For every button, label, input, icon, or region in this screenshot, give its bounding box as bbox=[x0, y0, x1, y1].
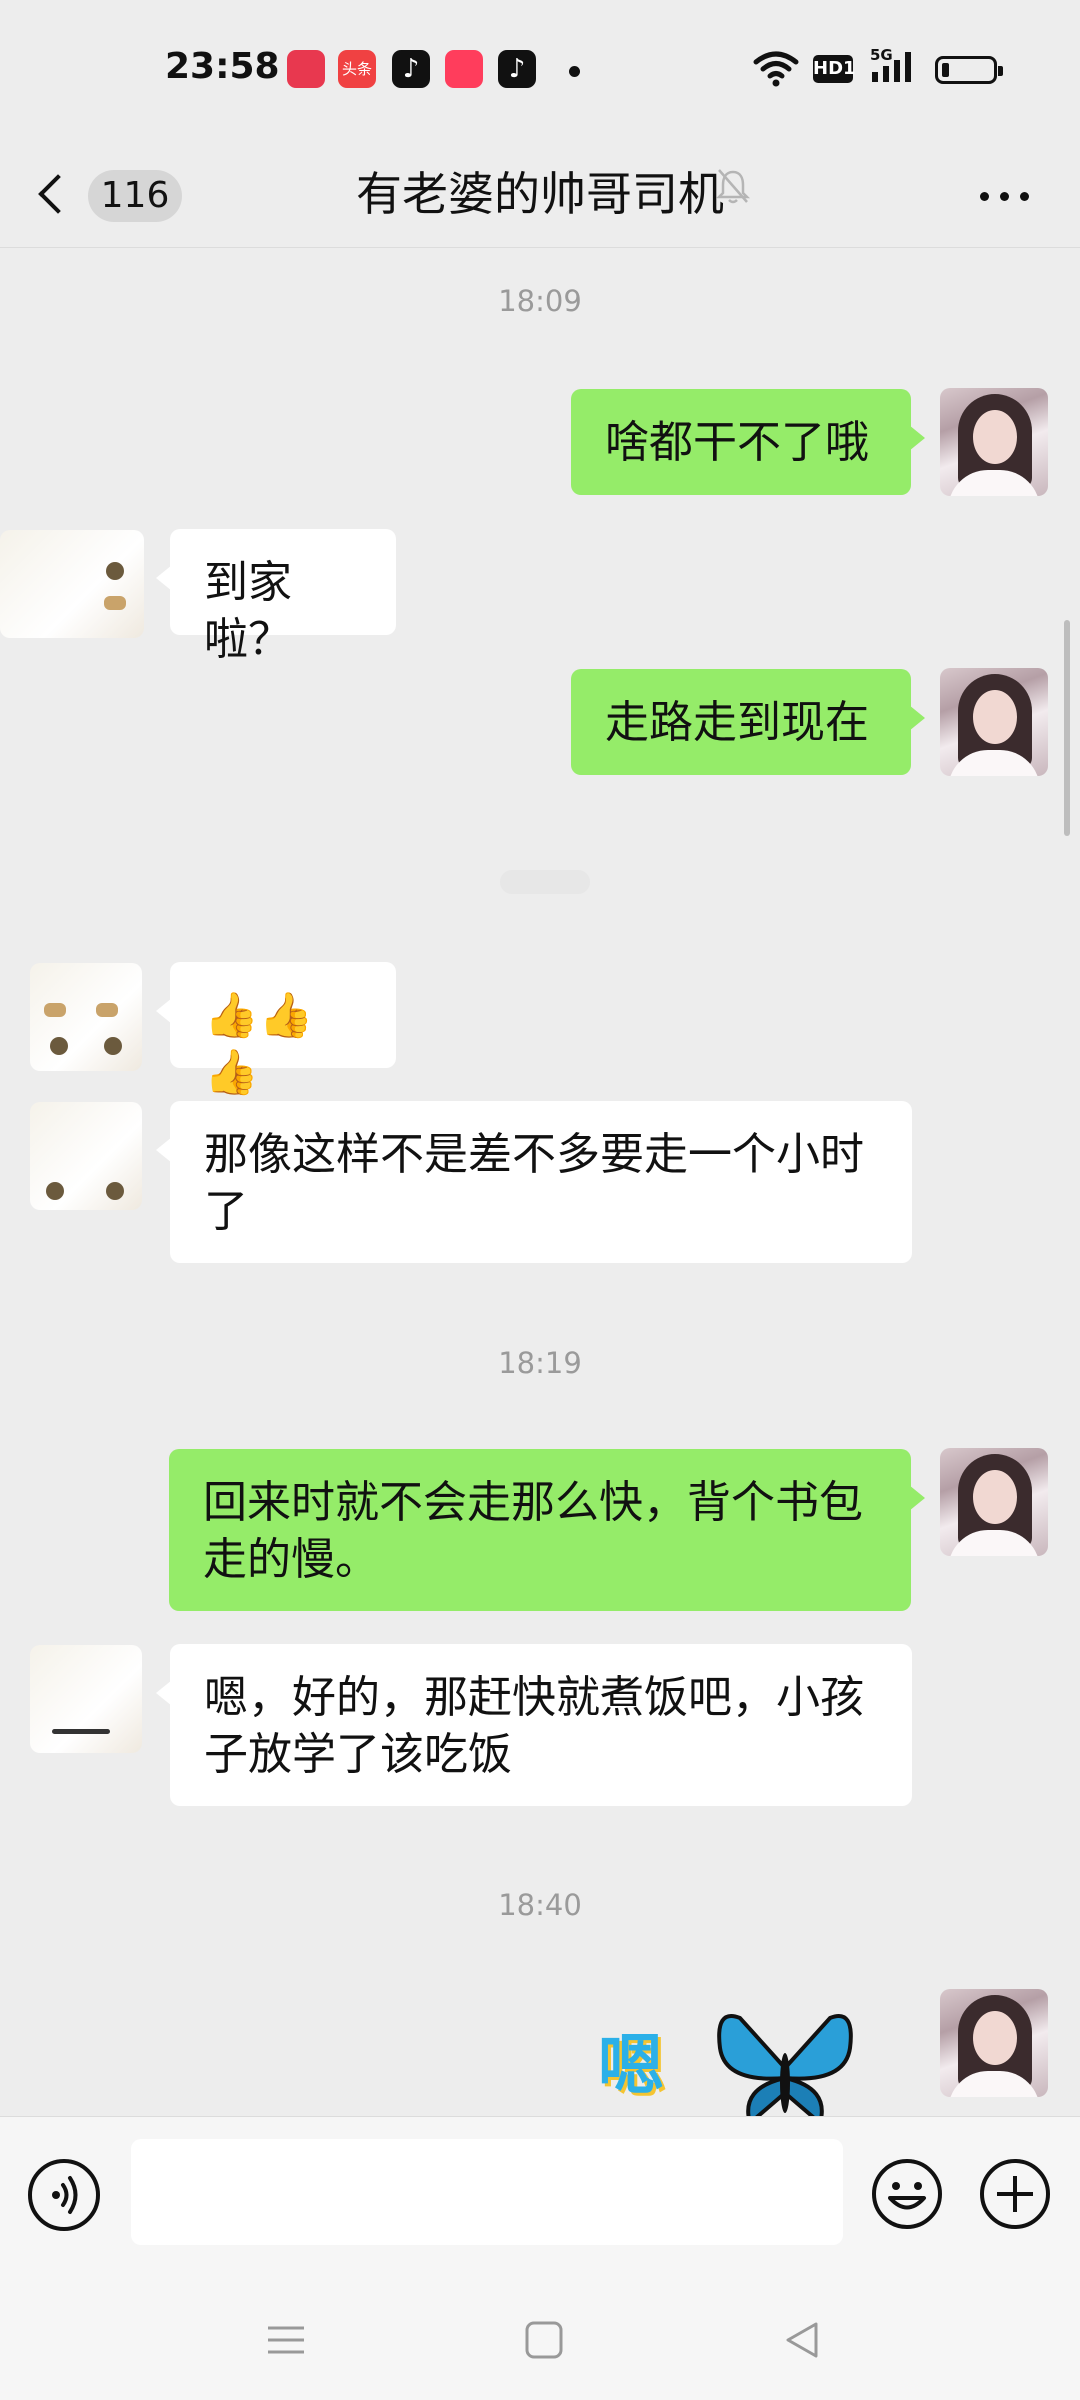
home-button[interactable] bbox=[514, 2310, 574, 2370]
outgoing-message-bubble[interactable]: 走路走到现在 bbox=[571, 669, 925, 775]
unread-count-badge: 116 bbox=[88, 170, 182, 222]
incoming-message-bubble[interactable]: 👍👍👍 bbox=[156, 962, 396, 1098]
toutiao-video-icon bbox=[445, 50, 483, 88]
sticker-text: 嗯 bbox=[598, 2027, 664, 2104]
incoming-message-bubble[interactable]: 嗯，好的，那赶快就煮饭吧，小孩子放学了该吃饭 bbox=[156, 1644, 912, 1806]
weibo-like-icon bbox=[287, 50, 325, 88]
input-bar bbox=[0, 2116, 1080, 2284]
muted-bell-icon bbox=[715, 169, 751, 204]
back-button[interactable]: 116 bbox=[30, 158, 190, 230]
network-label: 5G bbox=[870, 46, 893, 64]
tiktok-lite-icon: ♪ bbox=[392, 50, 430, 88]
self-avatar[interactable] bbox=[940, 388, 1048, 496]
more-options-button[interactable] bbox=[970, 164, 1040, 224]
outgoing-message-bubble[interactable]: 回来时就不会走那么快，背个书包走的慢。 bbox=[169, 1449, 925, 1611]
emoji-button[interactable] bbox=[870, 2157, 944, 2231]
scrollbar[interactable] bbox=[1064, 620, 1070, 836]
dot-icon bbox=[1020, 192, 1029, 201]
butterfly-icon bbox=[717, 2014, 853, 2116]
incoming-message-bubble[interactable]: 到家啦？ bbox=[156, 529, 396, 665]
voice-input-button[interactable] bbox=[28, 2159, 100, 2231]
status-time: 23:58 bbox=[165, 46, 280, 87]
system-navigation-bar bbox=[0, 2284, 1080, 2400]
battery-level-fill bbox=[942, 63, 949, 77]
message-input[interactable] bbox=[131, 2139, 843, 2245]
toutiao-icon: 头条 bbox=[338, 50, 376, 88]
outgoing-message-bubble[interactable]: 啥都干不了哦 bbox=[571, 389, 925, 495]
signal-5g-icon: 5G bbox=[870, 46, 911, 82]
dot-icon bbox=[980, 192, 989, 201]
contact-avatar[interactable] bbox=[30, 1645, 142, 1753]
hd-voice-icon: HD1 bbox=[813, 55, 856, 83]
more-notifications-dot-icon bbox=[569, 66, 580, 77]
wifi-icon bbox=[753, 51, 799, 87]
system-back-button[interactable] bbox=[772, 2310, 832, 2370]
battery-icon bbox=[935, 56, 1003, 84]
self-avatar[interactable] bbox=[940, 1448, 1048, 1556]
incoming-message-bubble[interactable]: 那像这样不是差不多要走一个小时了 bbox=[156, 1101, 912, 1263]
dot-icon bbox=[1000, 192, 1009, 201]
message-time: 18:40 bbox=[498, 1888, 582, 1922]
back-chevron-icon bbox=[38, 174, 78, 214]
contact-avatar[interactable] bbox=[30, 963, 142, 1071]
chat-header: 有老婆的帅哥司机 116 bbox=[0, 140, 1080, 248]
sticker-message[interactable]: 嗯 bbox=[590, 1998, 880, 2116]
message-time: 18:19 bbox=[498, 1346, 582, 1380]
faded-time-label bbox=[500, 870, 590, 894]
message-time: 18:09 bbox=[498, 284, 582, 318]
self-avatar[interactable] bbox=[940, 668, 1048, 776]
status-bar: 23:58 头条 ♪ ♪ HD1 5G bbox=[0, 0, 1080, 140]
contact-avatar[interactable] bbox=[30, 1102, 142, 1210]
contact-avatar[interactable] bbox=[0, 530, 144, 638]
tiktok-icon: ♪ bbox=[498, 50, 536, 88]
recent-apps-button[interactable] bbox=[256, 2310, 316, 2370]
voice-waves-icon bbox=[52, 2176, 78, 2214]
self-avatar[interactable] bbox=[940, 1989, 1048, 2097]
more-functions-plus-button[interactable] bbox=[978, 2157, 1052, 2231]
